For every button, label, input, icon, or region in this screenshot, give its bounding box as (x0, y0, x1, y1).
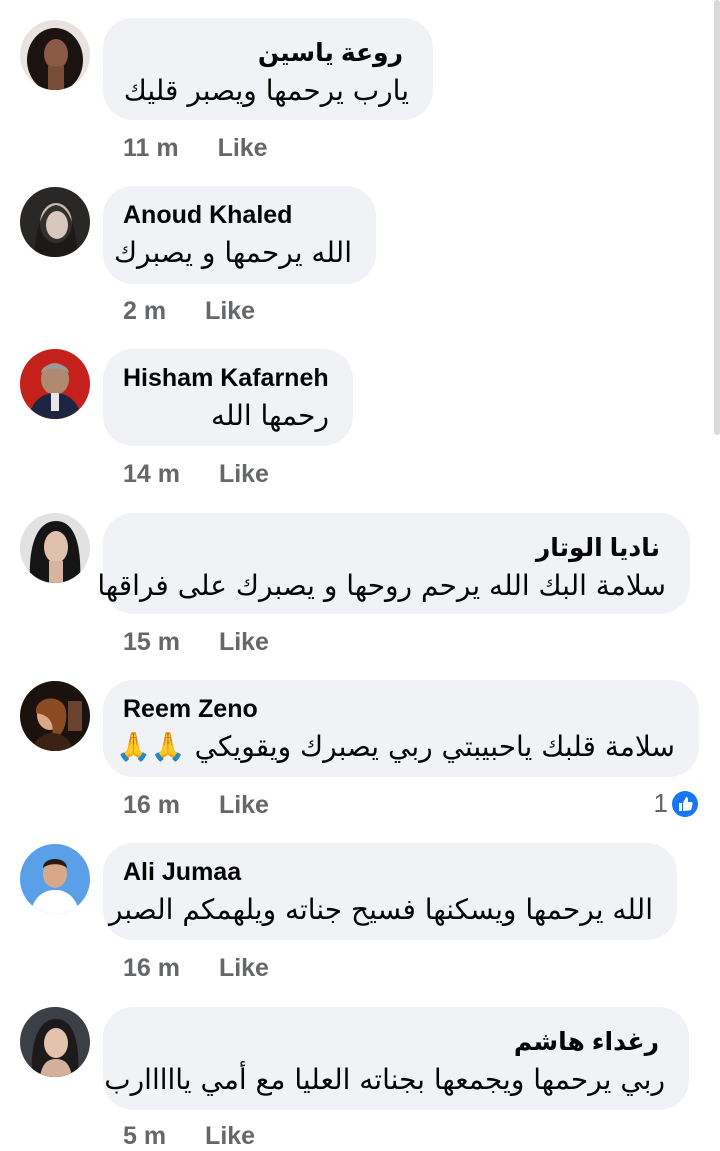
comment-meta: 11 m Like (123, 134, 268, 163)
comment-text: سلامة البك الله يرحم روحها و يصبرك على ف… (97, 569, 666, 602)
comment-text: يارب يرحمها ويصبر قليك (123, 74, 409, 107)
timestamp: 15 m (123, 628, 180, 656)
like-button[interactable]: Like (205, 1122, 255, 1151)
avatar[interactable] (20, 349, 90, 419)
reaction-count[interactable]: 1 (654, 788, 698, 819)
like-button[interactable]: Like (219, 954, 269, 983)
avatar[interactable] (20, 513, 90, 583)
like-button[interactable]: Like (205, 297, 255, 326)
comment-bubble: Anoud Khaled الله يرحمها و يصبرك (103, 186, 376, 284)
comment-bubble: ناديا الوتار سلامة البك الله يرحم روحها … (97, 513, 690, 614)
author-name[interactable]: رغداء هاشم (514, 1027, 659, 1057)
comment-meta: 5 m Like (123, 1122, 255, 1151)
comment-text: ربي يرحمها ويجمعها بجناته العليا مع أمي … (104, 1063, 665, 1096)
timestamp: 2 m (123, 297, 167, 325)
comment-bubble: رغداء هاشم ربي يرحمها ويجمعها بجناته الع… (103, 1007, 689, 1110)
comment-meta: 14 m Like (123, 460, 269, 489)
author-name[interactable]: Ali Jumaa (123, 857, 241, 887)
timestamp: 11 m (123, 134, 179, 162)
scrollbar[interactable] (714, 0, 720, 435)
comment-bubble: Reem Zeno سلامة قلبك ياحبيبتي ربي يصبرك … (103, 680, 699, 777)
author-name[interactable]: Reem Zeno (123, 694, 258, 724)
comment-text: رحمها الله (211, 399, 329, 432)
like-button[interactable]: Like (219, 628, 269, 657)
avatar[interactable] (20, 844, 90, 914)
author-name[interactable]: Anoud Khaled (123, 200, 292, 230)
timestamp: 16 m (123, 791, 180, 819)
comment-text: الله يرحمها و يصبرك (113, 236, 352, 269)
comment-bubble: Hisham Kafarneh رحمها الله (103, 349, 353, 446)
comment-text: سلامة قلبك ياحبيبتي ربي يصبرك ويقويكي 🙏🙏 (115, 730, 675, 763)
like-button[interactable]: Like (219, 460, 269, 489)
comment-bubble: روعة ياسين يارب يرحمها ويصبر قليك (103, 18, 433, 120)
thumbs-up-icon (672, 790, 698, 817)
author-name[interactable]: Hisham Kafarneh (123, 363, 329, 393)
comment-meta: 2 m Like (123, 297, 255, 326)
avatar[interactable] (20, 681, 90, 751)
avatar[interactable] (20, 1007, 90, 1077)
like-button[interactable]: Like (219, 791, 269, 820)
comment-meta: 16 m Like (123, 954, 269, 983)
comment-meta: 16 m Like (123, 791, 269, 820)
like-button[interactable]: Like (218, 134, 268, 163)
comment-bubble: Ali Jumaa الله يرحمها ويسكنها فسيح جناته… (103, 843, 677, 940)
avatar[interactable] (20, 20, 90, 90)
author-name[interactable]: روعة ياسين (258, 38, 403, 68)
timestamp: 16 m (123, 954, 180, 982)
comment-meta: 15 m Like (123, 628, 269, 657)
author-name[interactable]: ناديا الوتار (536, 533, 660, 563)
timestamp: 14 m (123, 460, 180, 488)
comment-text: الله يرحمها ويسكنها فسيح جناته ويلهمكم ا… (108, 893, 653, 926)
avatar[interactable] (20, 187, 90, 257)
timestamp: 5 m (123, 1122, 167, 1150)
reaction-count-number: 1 (653, 788, 668, 818)
